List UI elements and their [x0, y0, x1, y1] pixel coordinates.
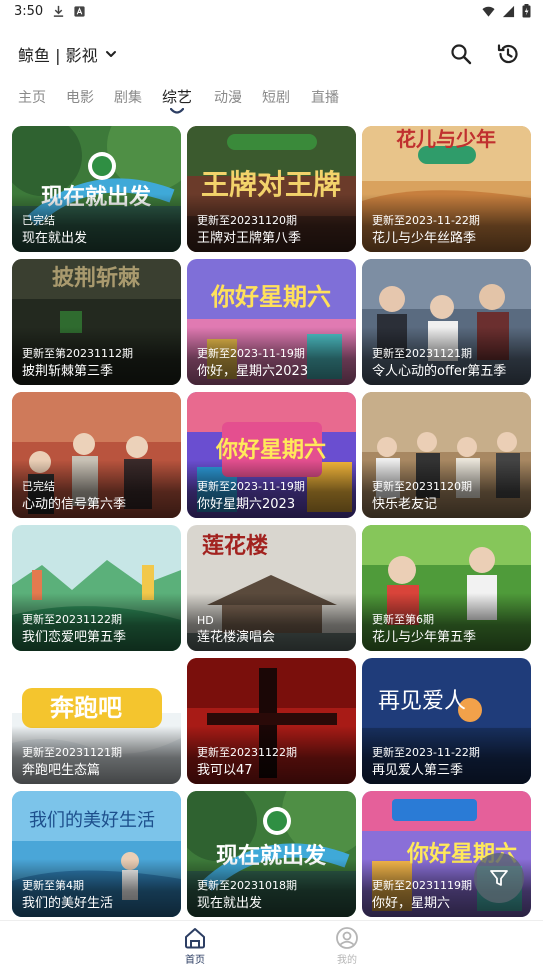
card-title: 我可以47	[197, 763, 253, 778]
card-title: 披荆斩棘第三季	[22, 364, 114, 379]
card-status: 更新至第6期	[372, 613, 434, 626]
card-status: 更新至20231120期	[197, 214, 297, 227]
show-card[interactable]: 更新至20231122期 我们恋爱吧第五季	[12, 525, 181, 651]
show-card[interactable]: 现在就出发 已完结 现在就出发	[12, 126, 181, 252]
card-status: 更新至第4期	[22, 879, 84, 892]
filter-icon	[490, 870, 508, 886]
card-title: 快乐老友记	[372, 497, 438, 512]
card-title: 我们恋爱吧第五季	[22, 630, 127, 645]
variety-show-grid: 现在就出发 已完结 现在就出发 王牌对王牌 更新至20231120期 王牌对王牌…	[0, 0, 543, 967]
card-status: 更新至第20231112期	[22, 347, 133, 360]
svg-text:莲花楼: 莲花楼	[202, 533, 268, 559]
home-icon	[185, 928, 205, 949]
card-title: 你好，星期六2023	[197, 364, 309, 379]
show-card[interactable]: 奔跑吧 更新至20231121期 奔跑吧生态篇	[12, 658, 181, 784]
card-status: 更新至20231120期	[372, 480, 472, 493]
show-card[interactable]: 现在就出发 更新至20231018期 现在就出发	[187, 791, 356, 917]
svg-text:我们的美好生活: 我们的美好生活	[29, 810, 155, 831]
card-title: 莲花楼演唱会	[197, 630, 276, 645]
show-card[interactable]: 你好星期六 更新至2023-11-19期 你好星期六2023	[187, 392, 356, 518]
card-title: 花儿与少年丝路季	[372, 231, 477, 246]
card-title: 王牌对王牌第八季	[197, 231, 302, 246]
show-card[interactable]: 你好星期六 更新至2023-11-19期 你好，星期六2023	[187, 259, 356, 385]
card-status: 更新至2023-11-22期	[372, 746, 480, 759]
show-card[interactable]: 披荆斩棘 更新至第20231112期 披荆斩棘第三季	[12, 259, 181, 385]
card-status: 更新至2023-11-19期	[197, 480, 305, 493]
card-title: 心动的信号第六季	[22, 497, 127, 512]
bottom-navigation: 首页 我的	[0, 920, 543, 968]
show-card[interactable]: 已完结 心动的信号第六季	[12, 392, 181, 518]
profile-icon	[336, 927, 358, 949]
nav-home[interactable]: 首页	[165, 926, 225, 966]
card-status: 已完结	[22, 480, 55, 493]
card-title: 现在就出发	[22, 231, 88, 246]
card-title: 你好星期六2023	[197, 497, 296, 512]
show-card[interactable]: 莲花楼 HD 莲花楼演唱会	[187, 525, 356, 651]
card-title: 再见爱人第三季	[372, 763, 464, 778]
card-status: 已完结	[22, 214, 55, 227]
show-card[interactable]: 我们的美好生活 更新至第4期 我们的美好生活	[12, 791, 181, 917]
show-card[interactable]: 更新至20231121期 令人心动的offer第五季	[362, 259, 531, 385]
card-title: 令人心动的offer第五季	[372, 364, 507, 379]
svg-text:花儿与少年: 花儿与少年	[396, 127, 496, 151]
card-status: 更新至20231018期	[197, 879, 297, 892]
card-status: 更新至2023-11-19期	[197, 347, 305, 360]
card-status: 更新至2023-11-22期	[372, 214, 480, 227]
svg-text:奔跑吧: 奔跑吧	[50, 694, 122, 722]
card-title: 现在就出发	[197, 896, 263, 911]
card-status: 更新至20231122期	[22, 613, 122, 626]
card-title: 奔跑吧生态篇	[22, 763, 101, 778]
card-title: 我们的美好生活	[22, 896, 114, 911]
nav-home-label: 首页	[185, 955, 205, 966]
show-card[interactable]: 更新至20231122期 我可以47	[187, 658, 356, 784]
card-status: 更新至20231121期	[22, 746, 122, 759]
svg-text:你好星期六: 你好星期六	[210, 283, 331, 311]
card-status: 更新至20231122期	[197, 746, 297, 759]
show-card[interactable]: 王牌对王牌 更新至20231120期 王牌对王牌第八季	[187, 126, 356, 252]
filter-button[interactable]	[474, 853, 524, 903]
svg-text:再见爱人: 再见爱人	[378, 689, 466, 714]
card-title: 花儿与少年第五季	[372, 630, 477, 645]
show-card[interactable]: 再见爱人 更新至2023-11-22期 再见爱人第三季	[362, 658, 531, 784]
show-card[interactable]: 花儿与少年 更新至2023-11-22期 花儿与少年丝路季	[362, 126, 531, 252]
nav-profile[interactable]: 我的	[317, 926, 377, 966]
nav-profile-label: 我的	[337, 955, 357, 966]
show-card[interactable]: 更新至第6期 花儿与少年第五季	[362, 525, 531, 651]
svg-text:披荆斩棘: 披荆斩棘	[52, 265, 141, 291]
show-card[interactable]: 更新至20231120期 快乐老友记	[362, 392, 531, 518]
card-title: 你好，星期六	[372, 896, 451, 911]
card-status: 更新至20231119期	[372, 879, 472, 892]
card-status: 更新至20231121期	[372, 347, 472, 360]
